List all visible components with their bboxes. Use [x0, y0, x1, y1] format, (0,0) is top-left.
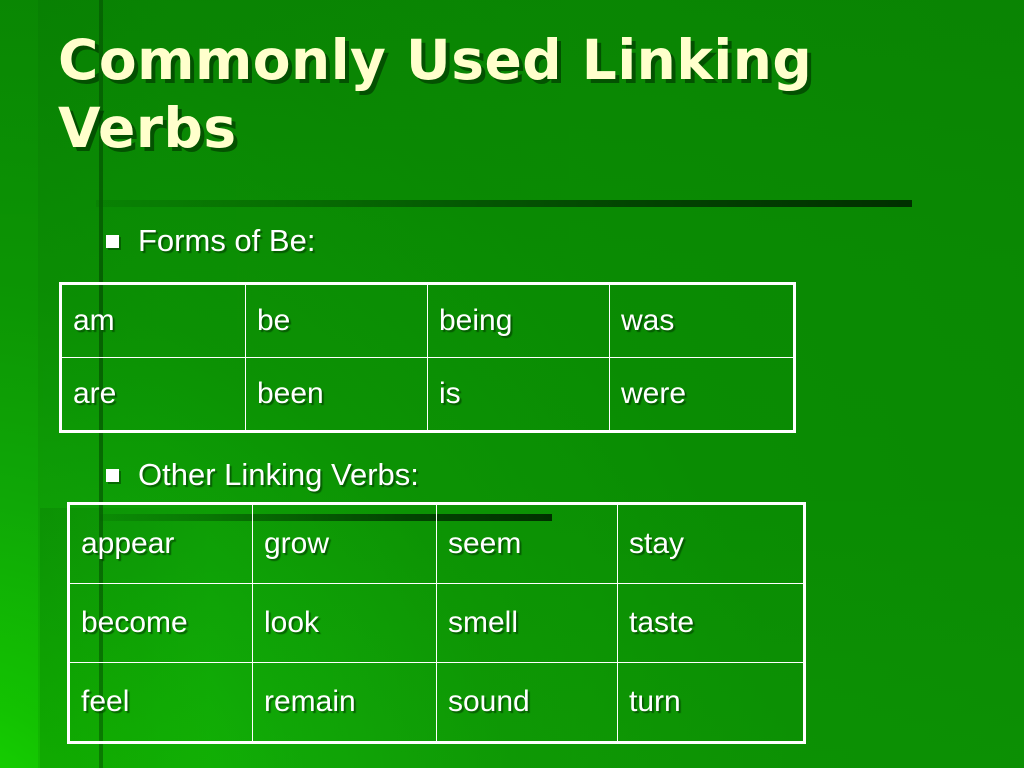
table-cell: being	[427, 283, 610, 358]
slide-title: Commonly Used Linking Verbs	[58, 28, 832, 160]
table-other-linking-verbs: appear grow seem stay become look smell …	[67, 502, 806, 744]
table-cell: smell	[436, 583, 618, 663]
table-row: are been is were	[60, 357, 795, 432]
table-cell: appear	[68, 503, 253, 584]
title-underline-rule	[96, 200, 912, 207]
table-cell: was	[609, 283, 795, 358]
table-cell: stay	[617, 503, 805, 584]
table-forms-of-be: am be being was are been is were	[59, 282, 796, 433]
table-cell: am	[60, 283, 246, 358]
square-bullet-icon	[106, 468, 119, 482]
table-cell: turn	[617, 662, 805, 743]
bullet-forms-of-be-label: Forms of Be:	[138, 223, 316, 258]
bullet-other-linking-verbs-label: Other Linking Verbs:	[138, 457, 419, 492]
table-row: become look smell taste	[68, 583, 805, 663]
table-row: am be being was	[60, 283, 795, 358]
table-cell: seem	[436, 503, 618, 584]
table-cell: is	[427, 357, 610, 432]
slide-canvas: Commonly Used Linking Verbs Forms of Be:…	[0, 0, 1024, 768]
table-cell: are	[60, 357, 246, 432]
table-cell: been	[245, 357, 428, 432]
table-row: feel remain sound turn	[68, 662, 805, 743]
table-cell: remain	[252, 662, 437, 743]
bullet-other-linking-verbs: Other Linking Verbs:	[106, 456, 419, 494]
table-cell: be	[245, 283, 428, 358]
table-cell: grow	[252, 503, 437, 584]
square-bullet-icon	[106, 234, 119, 248]
table-cell: look	[252, 583, 437, 663]
table-cell: taste	[617, 583, 805, 663]
table-cell: feel	[68, 662, 253, 743]
table-cell: sound	[436, 662, 618, 743]
bullet-forms-of-be: Forms of Be:	[106, 222, 315, 260]
table-cell: were	[609, 357, 795, 432]
table-cell: become	[68, 583, 253, 663]
table-row: appear grow seem stay	[68, 503, 805, 584]
